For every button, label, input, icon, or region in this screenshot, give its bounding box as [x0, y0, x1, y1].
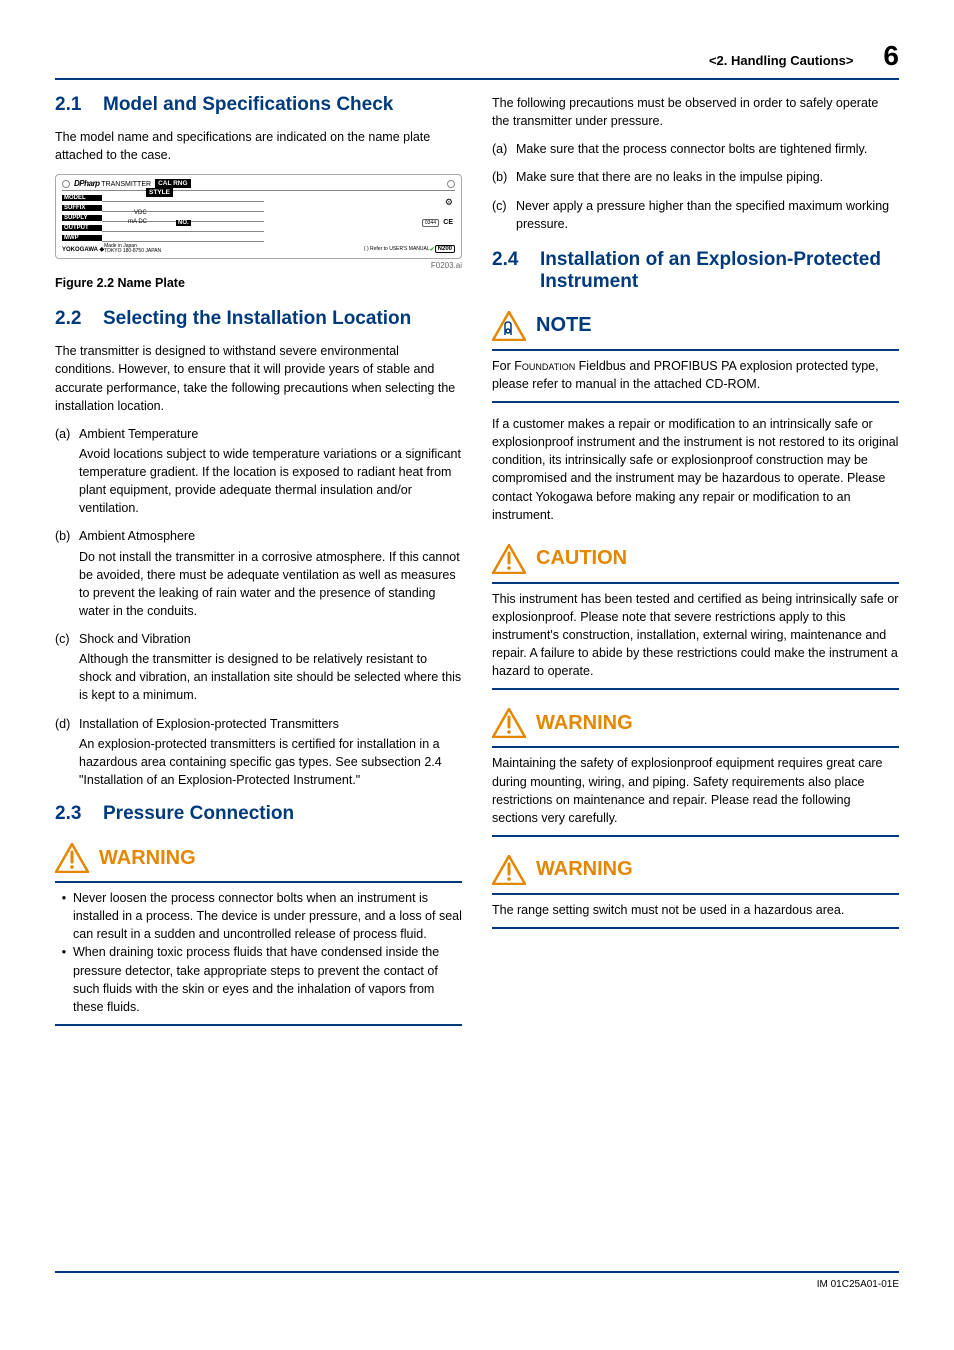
- warning-label: WARNING: [99, 847, 196, 870]
- note-box: NOTE For Foundation Fieldbus and PROFIBU…: [492, 305, 899, 415]
- heading-number: 2.3: [55, 803, 103, 825]
- left-column: 2.1 Model and Specifications Check The m…: [55, 94, 462, 1271]
- figure-ref: F0203.ai: [55, 261, 462, 270]
- note-label: NOTE: [536, 314, 592, 337]
- section-indicator: <2. Handling Cautions>: [709, 53, 853, 68]
- heading-title: Installation of an Explosion-Protected I…: [540, 249, 899, 293]
- list-item-a: (a) Ambient TemperatureAvoid locations s…: [55, 425, 462, 518]
- list-item-b: (b) Ambient AtmosphereDo not install the…: [55, 527, 462, 620]
- warning-label: WARNING: [536, 858, 633, 881]
- list-item-a: (a)Make sure that the process connector …: [492, 140, 899, 158]
- page-header: <2. Handling Cautions> 6: [55, 40, 899, 72]
- warning-body: The range setting switch must not be use…: [492, 901, 899, 929]
- caution-body: This instrument has been tested and cert…: [492, 590, 899, 691]
- caution-icon: [492, 544, 526, 574]
- footer-rule: [55, 1271, 899, 1273]
- heading-title: Selecting the Installation Location: [103, 308, 411, 330]
- admon-rule: [492, 893, 899, 895]
- admon-rule: [492, 349, 899, 351]
- warning-icon: [492, 855, 526, 885]
- heading-2-4: 2.4 Installation of an Explosion-Protect…: [492, 249, 899, 293]
- warning-box: WARNING Maintaining the safety of explos…: [492, 702, 899, 849]
- heading-number: 2.4: [492, 249, 540, 293]
- paragraph: The following precautions must be observ…: [492, 94, 899, 130]
- heading-title: Model and Specifications Check: [103, 94, 393, 116]
- heading-2-1: 2.1 Model and Specifications Check: [55, 94, 462, 116]
- warning-box: WARNING •Never loosen the process connec…: [55, 837, 462, 1038]
- header-rule: [55, 78, 899, 80]
- warning-body: •Never loosen the process connector bolt…: [55, 889, 462, 1026]
- warning-body: Maintaining the safety of explosionproof…: [492, 754, 899, 837]
- warning-icon: [492, 708, 526, 738]
- footer-code: IM 01C25A01-01E: [55, 1279, 899, 1290]
- caution-label: CAUTION: [536, 547, 627, 570]
- right-column: The following precautions must be observ…: [492, 94, 899, 1271]
- content-columns: 2.1 Model and Specifications Check The m…: [55, 94, 899, 1271]
- figure-caption: Figure 2.2 Name Plate: [55, 276, 462, 290]
- note-body: For Foundation Fieldbus and PROFIBUS PA …: [492, 357, 899, 403]
- paragraph: If a customer makes a repair or modifica…: [492, 415, 899, 524]
- paragraph: The transmitter is designed to withstand…: [55, 342, 462, 415]
- admon-rule: [492, 582, 899, 584]
- heading-number: 2.2: [55, 308, 103, 330]
- list-item-c: (c)Never apply a pressure higher than th…: [492, 197, 899, 233]
- heading-number: 2.1: [55, 94, 103, 116]
- caution-box: CAUTION This instrument has been tested …: [492, 538, 899, 703]
- list-item-c: (c) Shock and VibrationAlthough the tran…: [55, 630, 462, 705]
- warning-box: WARNING The range setting switch must no…: [492, 849, 899, 941]
- warning-label: WARNING: [536, 712, 633, 735]
- heading-2-3: 2.3 Pressure Connection: [55, 803, 462, 825]
- admon-rule: [55, 881, 462, 883]
- page-number: 6: [883, 40, 899, 72]
- list-item-b: (b)Make sure that there are no leaks in …: [492, 168, 899, 186]
- warning-icon: [55, 843, 89, 873]
- nameplate-figure: DPharp TRANSMITTER CAL RNG MODEL SUFFIX …: [55, 174, 462, 259]
- note-icon: [492, 311, 526, 341]
- admon-rule: [492, 746, 899, 748]
- heading-title: Pressure Connection: [103, 803, 294, 825]
- list-item-d: (d) Installation of Explosion-protected …: [55, 715, 462, 790]
- heading-2-2: 2.2 Selecting the Installation Location: [55, 308, 462, 330]
- paragraph: The model name and specifications are in…: [55, 128, 462, 164]
